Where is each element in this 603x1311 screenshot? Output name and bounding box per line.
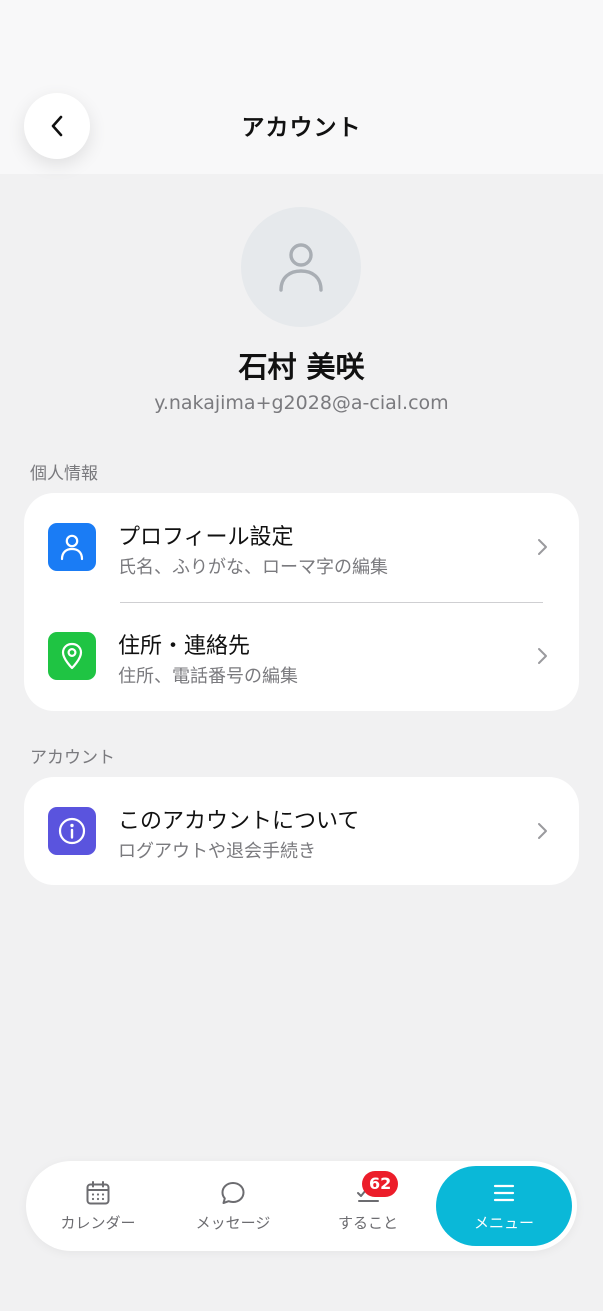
- avatar: [241, 207, 361, 327]
- nav-calendar[interactable]: カレンダー: [31, 1161, 165, 1251]
- chevron-right-icon: [538, 648, 547, 664]
- nav-menu[interactable]: メニュー: [436, 1166, 572, 1246]
- row-subtitle: 氏名、ふりがな、ローマ字の編集: [118, 557, 388, 578]
- chevron-right-icon: [538, 823, 547, 839]
- user-email: y.nakajima+g2028@a-cial.com: [154, 392, 449, 414]
- account-screen: アカウント 石村 美咲 y.nakajima+g2028@a-cial.com …: [0, 0, 603, 1311]
- row-subtitle: ログアウトや退会手続き: [118, 841, 316, 862]
- address-contact-row[interactable]: 住所・連絡先 住所、電話番号の編集: [24, 602, 579, 711]
- about-account-row[interactable]: このアカウントについて ログアウトや退会手続き: [24, 777, 579, 885]
- chat-bubble-icon: [221, 1182, 245, 1204]
- row-subtitle: 住所、電話番号の編集: [118, 666, 298, 687]
- account-card: このアカウントについて ログアウトや退会手続き: [24, 777, 579, 885]
- location-pin-icon: [48, 632, 96, 680]
- section-label-account: アカウント: [30, 748, 115, 768]
- page-title: アカウント: [241, 115, 362, 141]
- person-icon: [279, 243, 323, 292]
- nav-label: カレンダー: [60, 1214, 136, 1232]
- header: アカウント: [0, 0, 603, 174]
- info-icon: [48, 807, 96, 855]
- profile-settings-row[interactable]: プロフィール設定 氏名、ふりがな、ローマ字の編集: [24, 493, 579, 602]
- calendar-icon: [86, 1181, 110, 1205]
- nav-label: すること: [337, 1214, 398, 1232]
- person-icon: [48, 523, 96, 571]
- row-title: プロフィール設定: [118, 525, 294, 550]
- chevron-right-icon: [538, 539, 547, 555]
- section-label-personal-info: 個人情報: [30, 464, 98, 484]
- row-title: このアカウントについて: [118, 809, 360, 834]
- menu-icon: [493, 1184, 515, 1202]
- bottom-nav: カレンダー メッセージ すること 62 メニュー: [26, 1161, 577, 1251]
- todo-count-badge: 62: [362, 1171, 399, 1197]
- personal-info-card: プロフィール設定 氏名、ふりがな、ローマ字の編集 住所・連絡先 住所、電話番号の…: [24, 493, 579, 711]
- row-title: 住所・連絡先: [118, 634, 251, 659]
- nav-label: メッセージ: [195, 1214, 271, 1232]
- nav-label: メニュー: [473, 1214, 534, 1232]
- user-name: 石村 美咲: [238, 350, 365, 384]
- nav-messages[interactable]: メッセージ: [166, 1161, 300, 1251]
